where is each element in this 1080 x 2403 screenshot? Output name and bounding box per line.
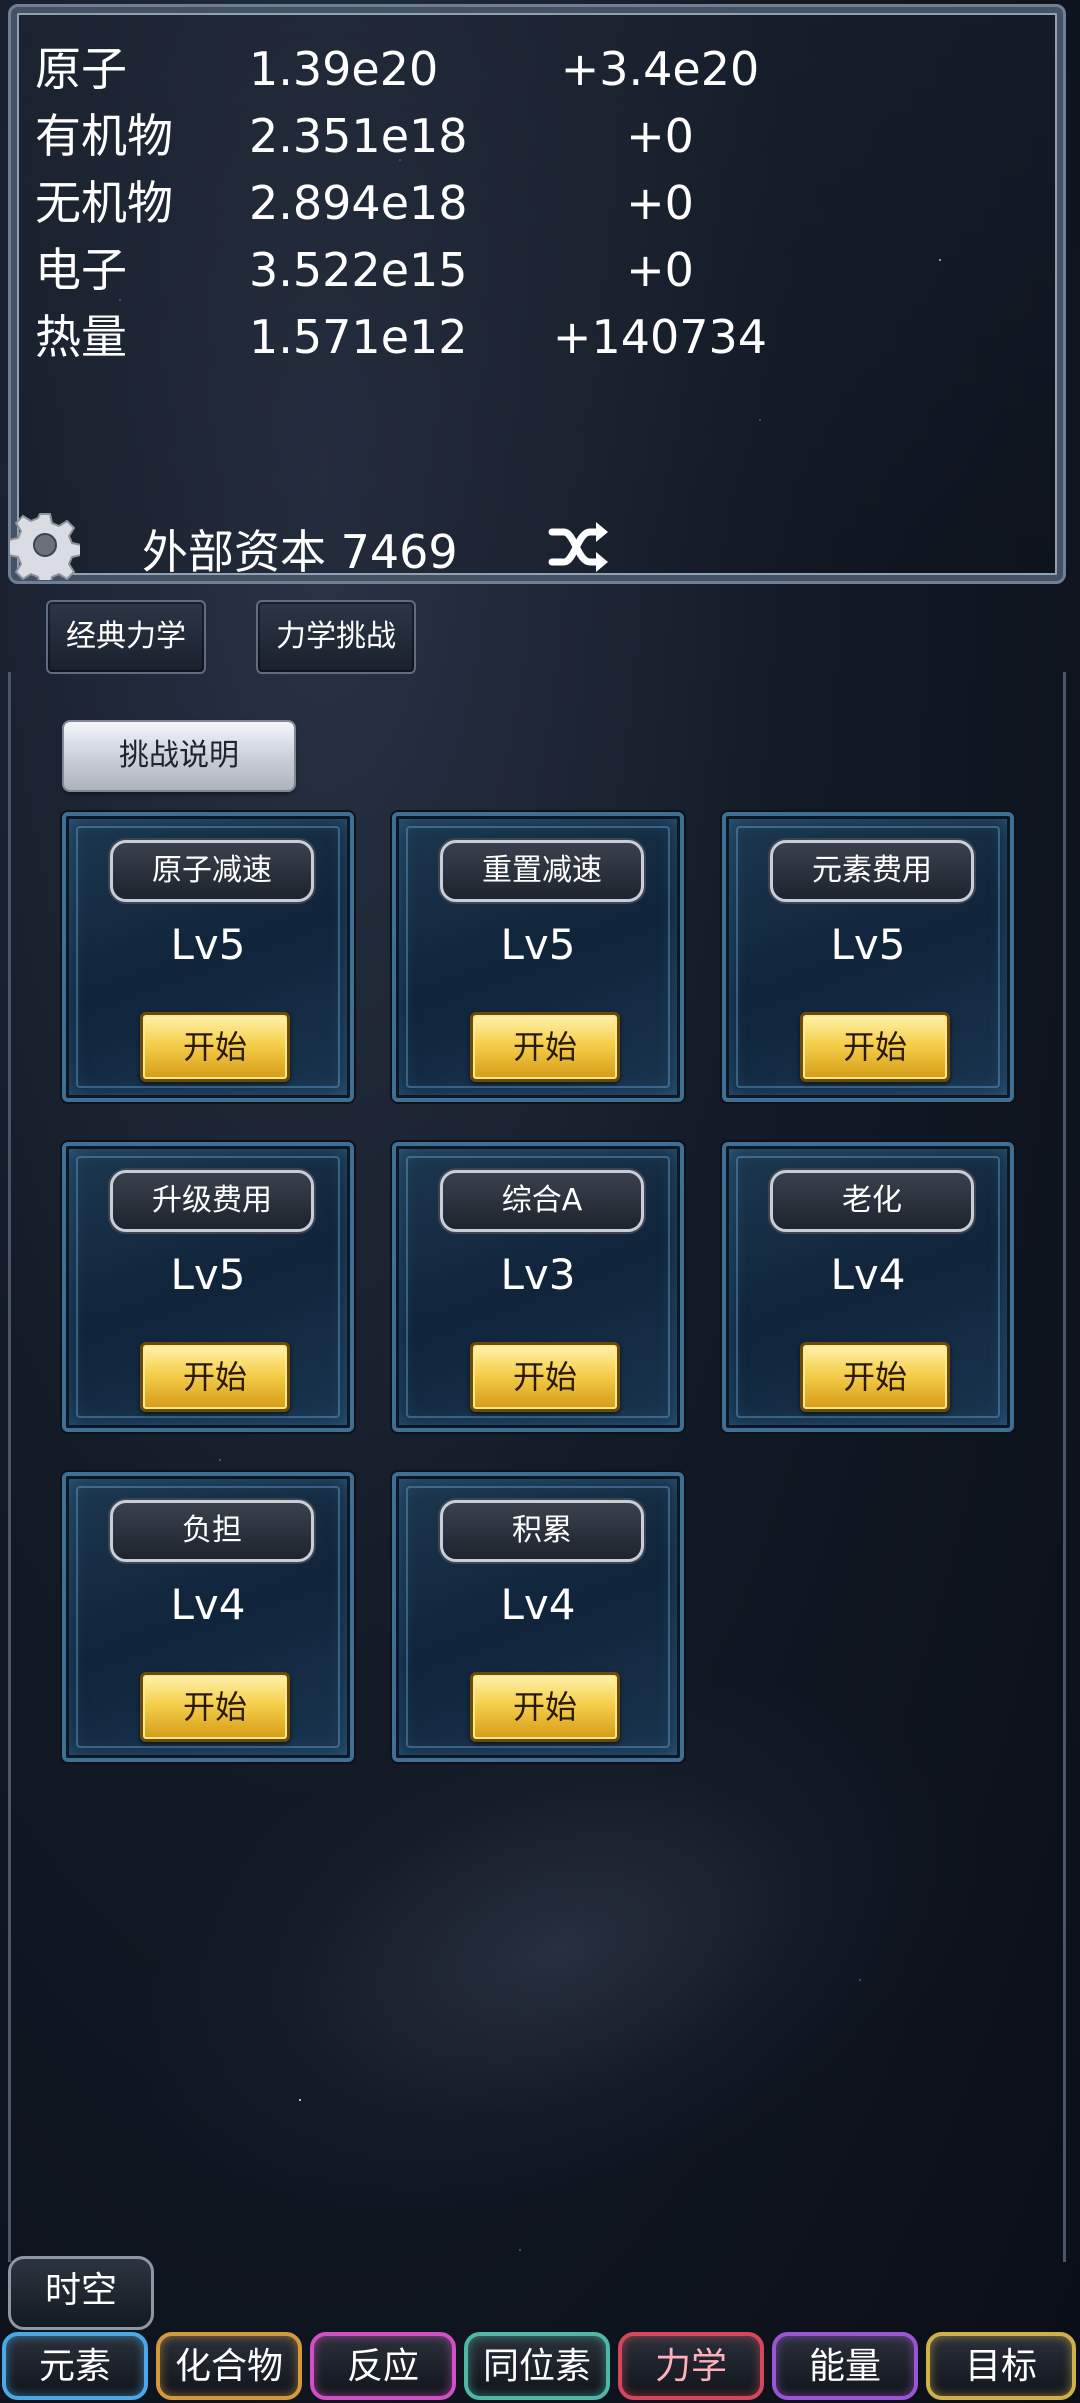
challenge-level: Lv4 xyxy=(170,1580,246,1629)
start-button[interactable]: 开始 xyxy=(470,1012,620,1082)
challenge-level: Lv5 xyxy=(830,920,906,969)
challenge-help-button[interactable]: 挑战说明 xyxy=(64,722,294,790)
start-button[interactable]: 开始 xyxy=(800,1342,950,1412)
challenge-name: 积累 xyxy=(440,1500,644,1562)
challenge-card: 元素费用 Lv5 开始 xyxy=(722,812,1014,1102)
challenge-card: 综合A Lv3 开始 xyxy=(392,1142,684,1432)
external-capital: 外部资本 7469 xyxy=(142,525,458,579)
start-button[interactable]: 开始 xyxy=(140,1342,290,1412)
challenge-card: 积累 Lv4 开始 xyxy=(392,1472,684,1762)
resource-value: 1.571e12 xyxy=(249,310,468,364)
challenge-card: 升级费用 Lv5 开始 xyxy=(62,1142,354,1432)
resource-rate: +0 xyxy=(626,176,694,230)
challenge-name: 元素费用 xyxy=(770,840,974,902)
resource-rate: +140734 xyxy=(552,310,768,364)
resource-value: 1.39e20 xyxy=(249,42,439,96)
start-button[interactable]: 开始 xyxy=(470,1342,620,1412)
resource-name: 无机物 xyxy=(35,176,173,230)
nav-tab-mechanics[interactable]: 力学 xyxy=(618,2332,764,2400)
resource-name: 有机物 xyxy=(35,109,173,163)
nav-tab-compounds[interactable]: 化合物 xyxy=(156,2332,302,2400)
challenge-name: 重置减速 xyxy=(440,840,644,902)
challenge-card: 老化 Lv4 开始 xyxy=(722,1142,1014,1432)
tab-classic-mechanics[interactable]: 经典力学 xyxy=(46,600,206,674)
resource-rate: +0 xyxy=(626,243,694,297)
gear-icon xyxy=(8,513,82,587)
resource-value: 2.351e18 xyxy=(249,109,468,163)
challenge-name: 负担 xyxy=(110,1500,314,1562)
start-button[interactable]: 开始 xyxy=(140,1672,290,1742)
challenge-name: 综合A xyxy=(440,1170,644,1232)
resource-rate: +3.4e20 xyxy=(560,42,760,96)
challenge-name: 升级费用 xyxy=(110,1170,314,1232)
tab-mechanics-challenge[interactable]: 力学挑战 xyxy=(256,600,416,674)
shuffle-icon xyxy=(548,522,608,572)
challenge-card: 重置减速 Lv5 开始 xyxy=(392,812,684,1102)
resource-value: 3.522e15 xyxy=(249,243,468,297)
challenge-level: Lv3 xyxy=(500,1250,576,1299)
nav-tab-reactions[interactable]: 反应 xyxy=(310,2332,456,2400)
resource-name: 电子 xyxy=(35,243,127,297)
resource-name: 原子 xyxy=(35,42,127,96)
spacetime-button[interactable]: 时空 xyxy=(8,2256,154,2330)
start-button[interactable]: 开始 xyxy=(800,1012,950,1082)
challenge-level: Lv4 xyxy=(500,1580,576,1629)
resource-value: 2.894e18 xyxy=(249,176,468,230)
nav-tab-label: 力学 xyxy=(654,2346,727,2387)
nav-tab-elements[interactable]: 元素 xyxy=(2,2332,148,2400)
start-button[interactable]: 开始 xyxy=(470,1672,620,1742)
challenge-level: Lv4 xyxy=(830,1250,906,1299)
settings-button[interactable] xyxy=(8,510,82,587)
challenge-name: 老化 xyxy=(770,1170,974,1232)
nav-tab-isotopes[interactable]: 同位素 xyxy=(464,2332,610,2400)
resource-panel: 原子 1.39e20 +3.4e20 有机物 2.351e18 +0 无机物 2… xyxy=(8,4,1066,584)
challenge-name: 原子减速 xyxy=(110,840,314,902)
challenge-level: Lv5 xyxy=(170,920,246,969)
switch-button[interactable] xyxy=(548,520,610,574)
start-button[interactable]: 开始 xyxy=(140,1012,290,1082)
bottom-nav: 元素 化合物 反应 同位素 力学 能量 目标 xyxy=(0,2328,1080,2403)
challenge-level: Lv5 xyxy=(500,920,576,969)
resource-name: 热量 xyxy=(35,310,127,364)
nav-tab-goals[interactable]: 目标 xyxy=(926,2332,1076,2400)
challenge-level: Lv5 xyxy=(170,1250,246,1299)
challenge-card: 负担 Lv4 开始 xyxy=(62,1472,354,1762)
resource-rate: +0 xyxy=(626,109,694,163)
challenge-card: 原子减速 Lv5 开始 xyxy=(62,812,354,1102)
nav-tab-energy[interactable]: 能量 xyxy=(772,2332,918,2400)
